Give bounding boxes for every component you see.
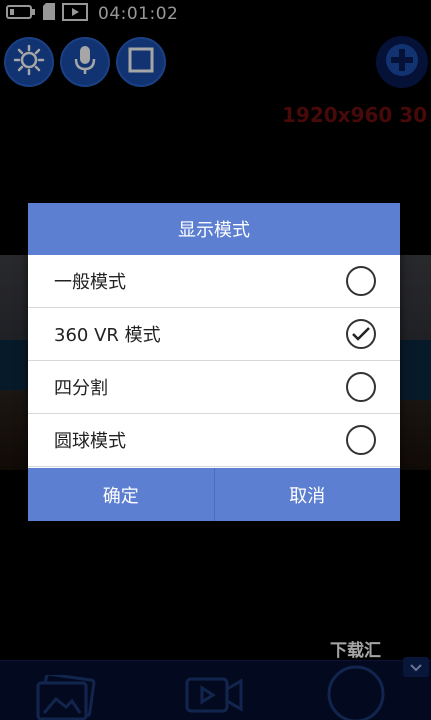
confirm-button[interactable]: 确定 xyxy=(28,468,214,521)
dialog-actions: 确定 取消 xyxy=(28,468,400,521)
radio-unchecked-icon[interactable] xyxy=(346,372,376,402)
option-360-vr-mode[interactable]: 360 VR 模式 xyxy=(28,308,400,361)
option-sphere-mode[interactable]: 圆球模式 xyxy=(28,414,400,467)
option-normal-mode[interactable]: 一般模式 xyxy=(28,255,400,308)
cancel-button[interactable]: 取消 xyxy=(213,468,401,521)
radio-unchecked-icon[interactable] xyxy=(346,425,376,455)
option-label: 一般模式 xyxy=(54,272,126,293)
radio-checked-icon[interactable] xyxy=(346,319,376,349)
option-label: 圆球模式 xyxy=(54,431,126,452)
option-label: 360 VR 模式 xyxy=(54,325,161,346)
option-quad-split[interactable]: 四分割 xyxy=(28,361,400,414)
option-label: 四分割 xyxy=(54,378,108,399)
display-mode-dialog: 显示模式 一般模式 360 VR 模式 四分割 圆球模式 确定 取消 xyxy=(28,203,400,521)
radio-unchecked-icon[interactable] xyxy=(346,266,376,296)
dialog-title: 显示模式 xyxy=(28,203,400,255)
